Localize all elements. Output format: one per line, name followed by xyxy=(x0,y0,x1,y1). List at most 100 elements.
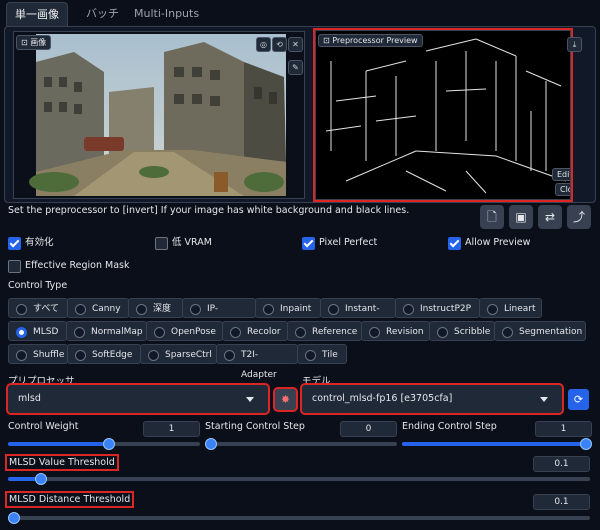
mlsd-value-threshold-input[interactable]: 0.1 xyxy=(533,456,590,472)
control-weight-slider[interactable] xyxy=(8,438,200,450)
tab-multi-inputs[interactable]: Multi-Inputs xyxy=(126,2,207,26)
input-image-area[interactable]: ⊡ 画像 ◎ ⟲ ✕ ✎ xyxy=(13,31,305,199)
control-type-softedge[interactable]: SoftEdge xyxy=(67,344,141,364)
close-button[interactable]: Close xyxy=(555,183,570,196)
control-type-t2i-adapter[interactable]: T2I-Adapter xyxy=(216,344,298,380)
enable-checkbox[interactable]: 有効化 xyxy=(8,236,54,250)
swap-dimensions-icon[interactable]: ⇄ xyxy=(538,205,562,229)
explosion-icon: ✸ xyxy=(280,393,291,406)
mlsd-distance-threshold-label: MLSD Distance Threshold xyxy=(4,491,135,508)
radio-dot xyxy=(136,304,147,315)
tab-batch[interactable]: バッチ xyxy=(78,2,127,26)
mlsd-value-threshold-slider[interactable] xyxy=(8,473,590,485)
refresh-models-button[interactable]: ⟳ xyxy=(568,389,589,410)
control-type-shuffle[interactable]: Shuffle xyxy=(8,344,68,364)
control-type-tile[interactable]: Tile xyxy=(297,344,347,364)
send-dimensions-icon[interactable]: ⤴ xyxy=(567,205,591,229)
radio-dot xyxy=(328,304,339,315)
image-icon: ⊡ xyxy=(21,38,31,47)
control-type-scribble[interactable]: Scribble xyxy=(429,321,495,341)
slider-thumb[interactable] xyxy=(8,512,20,524)
slider-thumb[interactable] xyxy=(580,438,592,450)
slider-thumb[interactable] xyxy=(35,473,47,485)
slider-thumb[interactable] xyxy=(103,438,115,450)
mlsd-distance-threshold-slider[interactable] xyxy=(8,512,590,524)
control-type-depth[interactable]: 深度 xyxy=(128,298,183,318)
control-type-openpose[interactable]: OpenPose xyxy=(146,321,223,341)
control-type-sparsectrl[interactable]: SparseCtrl xyxy=(140,344,217,364)
control-type-inpaint[interactable]: Inpaint xyxy=(255,298,321,318)
control-type-revision[interactable]: Revision xyxy=(361,321,430,341)
refresh-icon: ⟳ xyxy=(573,393,584,406)
slider-thumb[interactable] xyxy=(205,438,217,450)
control-type-all[interactable]: すべて xyxy=(8,298,68,318)
control-weight-input[interactable]: 1 xyxy=(143,421,200,437)
low-vram-checkbox[interactable]: 低 VRAM xyxy=(155,236,212,250)
mlsd-value-threshold-label: MLSD Value Threshold xyxy=(5,454,119,471)
pixel-perfect-checkbox[interactable]: Pixel Perfect xyxy=(302,236,377,250)
control-type-canny[interactable]: Canny xyxy=(67,298,129,318)
radio-dot xyxy=(74,327,85,338)
invert-hint: Set the preprocessor to [invert] If your… xyxy=(8,205,410,216)
radio-dot xyxy=(295,327,306,338)
image-icon: ⊡ xyxy=(323,36,333,45)
radio-dot xyxy=(224,350,235,361)
preprocessor-dropdown[interactable]: mlsd xyxy=(6,383,270,415)
control-type-instant-id[interactable]: Instant-ID xyxy=(320,298,396,334)
slider-fill xyxy=(8,442,104,446)
preprocessor-preview-image xyxy=(325,38,567,194)
radio-dot xyxy=(369,327,380,338)
chevron-down-icon xyxy=(540,397,548,402)
radio-dot xyxy=(230,327,241,338)
control-type-reference[interactable]: Reference xyxy=(287,321,362,341)
starting-control-step-input[interactable]: 0 xyxy=(340,421,397,437)
control-type-normalmap[interactable]: NormalMap xyxy=(66,321,147,341)
effective-region-mask-checkbox[interactable]: Effective Region Mask xyxy=(8,259,129,273)
radio-dot xyxy=(16,304,27,315)
camera-icon[interactable]: ◎ xyxy=(256,37,271,52)
control-type-mlsd[interactable]: MLSD xyxy=(8,321,67,341)
radio-dot xyxy=(263,304,274,315)
slider-fill xyxy=(402,442,590,446)
radio-dot xyxy=(75,350,86,361)
checkbox-box xyxy=(448,237,461,250)
model-dropdown[interactable]: control_mlsd-fp16 [e3705cfa] xyxy=(300,383,564,415)
slider-fill xyxy=(8,477,38,481)
control-type-ip-adapter[interactable]: IP-Adapter xyxy=(182,298,256,334)
brush-icon[interactable]: ✎ xyxy=(288,60,303,75)
input-image xyxy=(29,34,286,196)
radio-dot xyxy=(190,304,201,315)
control-type-instructp2p[interactable]: InstructP2P xyxy=(395,298,480,318)
ending-control-step-label: Ending Control Step xyxy=(402,421,497,432)
preprocessor-preview-area[interactable]: ⊡ Preprocessor Preview Edit Close xyxy=(313,28,573,202)
control-type-lineart[interactable]: Lineart xyxy=(479,298,542,318)
radio-dot xyxy=(403,304,414,315)
control-type-segmentation[interactable]: Segmentation xyxy=(494,321,586,341)
checkbox-box xyxy=(8,237,21,250)
edit-button[interactable]: Edit xyxy=(552,168,570,181)
radio-dot xyxy=(487,304,498,315)
camera-webcam-icon[interactable]: ▣ xyxy=(509,205,533,229)
download-icon[interactable]: ⤓ xyxy=(567,37,582,52)
checkbox-box xyxy=(302,237,315,250)
control-weight-label: Control Weight xyxy=(8,421,79,432)
radio-dot xyxy=(16,327,27,338)
run-preprocessor-button[interactable]: ✸ xyxy=(273,387,298,412)
checkbox-box xyxy=(155,237,168,250)
ending-control-step-slider[interactable] xyxy=(402,438,592,450)
allow-preview-checkbox[interactable]: Allow Preview xyxy=(448,236,530,250)
radio-dot xyxy=(75,304,86,315)
starting-control-step-slider[interactable] xyxy=(205,438,397,450)
close-icon[interactable]: ✕ xyxy=(288,37,303,52)
tab-single-image[interactable]: 単一画像 xyxy=(6,2,68,27)
control-type-label: Control Type xyxy=(8,280,68,291)
mirror-icon[interactable]: ⟲ xyxy=(272,37,287,52)
new-canvas-icon[interactable]: 🗋 xyxy=(480,205,504,229)
preprocessor-preview-label: ⊡ Preprocessor Preview xyxy=(318,34,423,47)
control-type-recolor[interactable]: Recolor xyxy=(222,321,288,341)
starting-control-step-label: Starting Control Step xyxy=(205,421,305,432)
mlsd-distance-threshold-input[interactable]: 0.1 xyxy=(533,494,590,510)
input-image-label: ⊡ 画像 xyxy=(16,35,52,50)
radio-dot xyxy=(502,327,513,338)
ending-control-step-input[interactable]: 1 xyxy=(535,421,592,437)
